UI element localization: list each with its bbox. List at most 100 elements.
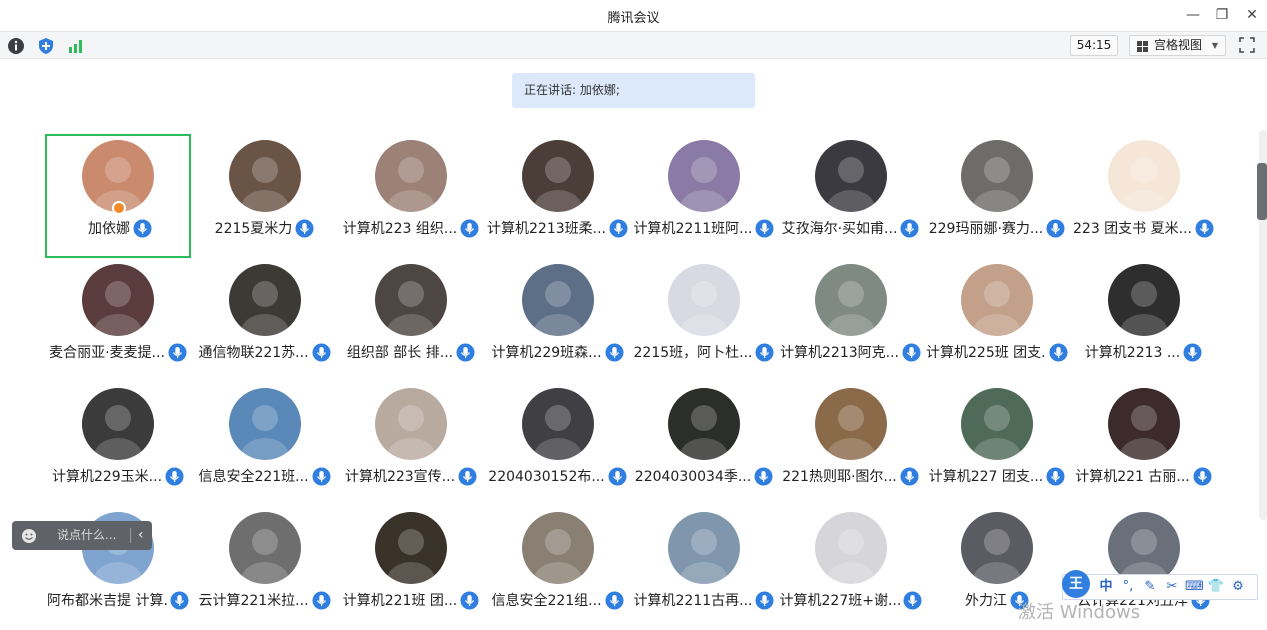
chat-placeholder: 说点什么... xyxy=(57,528,117,542)
participant-name: 计算机223宣传... xyxy=(344,469,456,485)
participant-tile[interactable]: 2204030152布... xyxy=(485,382,631,506)
participant-tile[interactable]: 计算机2211古再... xyxy=(631,506,777,630)
chat-input-bar[interactable]: 说点什么... ‹ xyxy=(12,521,152,550)
microphone-icon xyxy=(755,343,774,362)
participant-name-row: 计算机223 组织... xyxy=(338,218,484,240)
participant-tile[interactable]: 艾孜海尔·买如甫... xyxy=(778,134,924,258)
participant-tile[interactable]: 信息安全221组... xyxy=(485,506,631,630)
participant-name: 信息安全221班... xyxy=(198,469,309,485)
participant-tile[interactable]: 计算机223宣传... xyxy=(338,382,484,506)
microphone-icon xyxy=(133,219,152,238)
ime-scissors-icon[interactable]: ✂ xyxy=(1163,578,1181,596)
participant-name-row: 阿布都米吉提 计算... xyxy=(45,590,191,612)
participant-name-row: 2204030152布... xyxy=(485,466,631,488)
view-mode-dropdown[interactable]: 宫格视图 ▼ xyxy=(1129,35,1226,56)
participant-name-row: 加依娜 xyxy=(47,218,193,240)
collapse-chevron-icon[interactable]: ‹ xyxy=(138,521,144,550)
chat-divider xyxy=(130,528,131,543)
ime-punctuation-icon[interactable]: °, xyxy=(1119,578,1137,596)
participant-tile[interactable]: 223 团支书 夏米... xyxy=(1071,134,1217,258)
grid-view-icon xyxy=(1137,41,1148,52)
participant-avatar xyxy=(961,140,1033,212)
ime-keyboard-icon[interactable]: ⌨ xyxy=(1185,578,1204,596)
participant-name: 麦合丽亚·麦麦提... xyxy=(49,345,165,361)
microphone-icon xyxy=(609,219,628,238)
participant-name: 阿布都米吉提 计算... xyxy=(47,593,167,609)
info-icon[interactable] xyxy=(7,37,25,55)
participant-tile[interactable]: 组织部 部长 排... xyxy=(338,258,484,382)
emoji-icon[interactable] xyxy=(21,528,37,544)
participant-tile[interactable]: 麦合丽亚·麦麦提... xyxy=(45,258,191,382)
participant-tile[interactable]: 计算机223 组织... xyxy=(338,134,484,258)
participant-tile[interactable]: 信息安全221班... xyxy=(192,382,338,506)
participant-avatar xyxy=(668,512,740,584)
participant-name-row: 信息安全221班... xyxy=(192,466,338,488)
chevron-down-icon: ▼ xyxy=(1211,41,1218,50)
participant-tile[interactable]: 加依娜 xyxy=(45,134,191,258)
participant-name: 229玛丽娜·赛力... xyxy=(928,221,1044,237)
minimize-button[interactable]: — xyxy=(1182,5,1204,25)
participant-tile[interactable]: 计算机2211班阿... xyxy=(631,134,777,258)
participant-avatar xyxy=(228,388,301,460)
participant-tile[interactable]: 计算机225班 团支... xyxy=(924,258,1070,382)
participant-name-row: 计算机229玉米... xyxy=(45,466,191,488)
participant-tile[interactable]: 计算机2213 ... xyxy=(1071,258,1217,382)
participant-tile[interactable]: 计算机229玉米... xyxy=(45,382,191,506)
participant-name: 组织部 部长 排... xyxy=(346,345,454,361)
restore-button[interactable]: ❐ xyxy=(1211,5,1233,25)
participant-avatar xyxy=(1107,264,1180,336)
microphone-icon xyxy=(605,343,624,362)
participant-name-row: 计算机223宣传... xyxy=(338,466,484,488)
participant-tile[interactable]: 2204030034季... xyxy=(631,382,777,506)
microphone-icon xyxy=(1193,467,1212,486)
participant-tile[interactable]: 计算机221 古丽... xyxy=(1071,382,1217,506)
title-bar: 腾讯会议 — ❐ ✕ xyxy=(0,0,1267,31)
participant-avatar xyxy=(814,388,887,460)
meeting-toolbar: 54:15 宫格视图 ▼ xyxy=(0,31,1267,59)
participant-name: 计算机229班森... xyxy=(491,345,602,361)
participant-name: 221热则耶·图尔... xyxy=(782,469,897,485)
participant-avatar xyxy=(375,388,447,460)
participant-name: 云计算221米拉... xyxy=(198,593,309,609)
microphone-icon xyxy=(456,343,475,362)
participant-tile[interactable]: 计算机227 团支... xyxy=(924,382,1070,506)
participant-tile[interactable]: 计算机227班+谢... xyxy=(778,506,924,630)
participant-tile[interactable]: 2215夏米力 xyxy=(192,134,338,258)
microphone-icon xyxy=(1046,219,1065,238)
ime-logo[interactable]: 王 xyxy=(1062,570,1090,598)
microphone-icon xyxy=(168,343,187,362)
fullscreen-icon[interactable] xyxy=(1238,36,1256,54)
microphone-icon xyxy=(1049,343,1068,362)
participant-name-row: 通信物联221苏... xyxy=(192,342,338,364)
participant-name: 2215班，阿卜杜... xyxy=(633,345,753,361)
participant-avatar xyxy=(521,388,594,460)
participant-tile[interactable]: 229玛丽娜·赛力... xyxy=(924,134,1070,258)
participant-tile[interactable]: 云计算221米拉... xyxy=(192,506,338,630)
participant-tile[interactable]: 计算机229班森... xyxy=(485,258,631,382)
ime-settings-icon[interactable]: ⚙ xyxy=(1229,578,1247,596)
participant-tile[interactable]: 221热则耶·图尔... xyxy=(778,382,924,506)
participant-name-row: 计算机221 古丽... xyxy=(1071,466,1217,488)
microphone-icon xyxy=(1183,343,1202,362)
microphone-icon xyxy=(295,219,314,238)
grid-scrollbar-thumb[interactable] xyxy=(1257,163,1267,220)
signal-strength-icon[interactable] xyxy=(67,37,85,55)
participant-tile[interactable]: 计算机221班 团... xyxy=(338,506,484,630)
participant-name-row: 2215班，阿卜杜... xyxy=(631,342,777,364)
ime-skin-icon[interactable]: 👕 xyxy=(1207,578,1225,596)
close-button[interactable]: ✕ xyxy=(1241,5,1263,25)
participant-tile[interactable]: 计算机2213阿克... xyxy=(778,258,924,382)
microphone-icon xyxy=(754,467,773,486)
host-badge-icon xyxy=(112,201,126,215)
ime-pen-icon[interactable]: ✎ xyxy=(1141,578,1159,596)
participant-avatar xyxy=(375,512,447,584)
participant-name-row: 2204030034季... xyxy=(631,466,777,488)
participant-tile[interactable]: 计算机2213班柔... xyxy=(485,134,631,258)
participant-name-row: 计算机221班 团... xyxy=(338,590,484,612)
ime-mode-toggle[interactable]: 中 xyxy=(1097,578,1115,596)
participant-tile[interactable]: 2215班，阿卜杜... xyxy=(631,258,777,382)
microphone-icon xyxy=(755,591,774,610)
participant-avatar xyxy=(668,264,740,336)
participant-tile[interactable]: 通信物联221苏... xyxy=(192,258,338,382)
security-shield-icon[interactable] xyxy=(37,37,55,55)
